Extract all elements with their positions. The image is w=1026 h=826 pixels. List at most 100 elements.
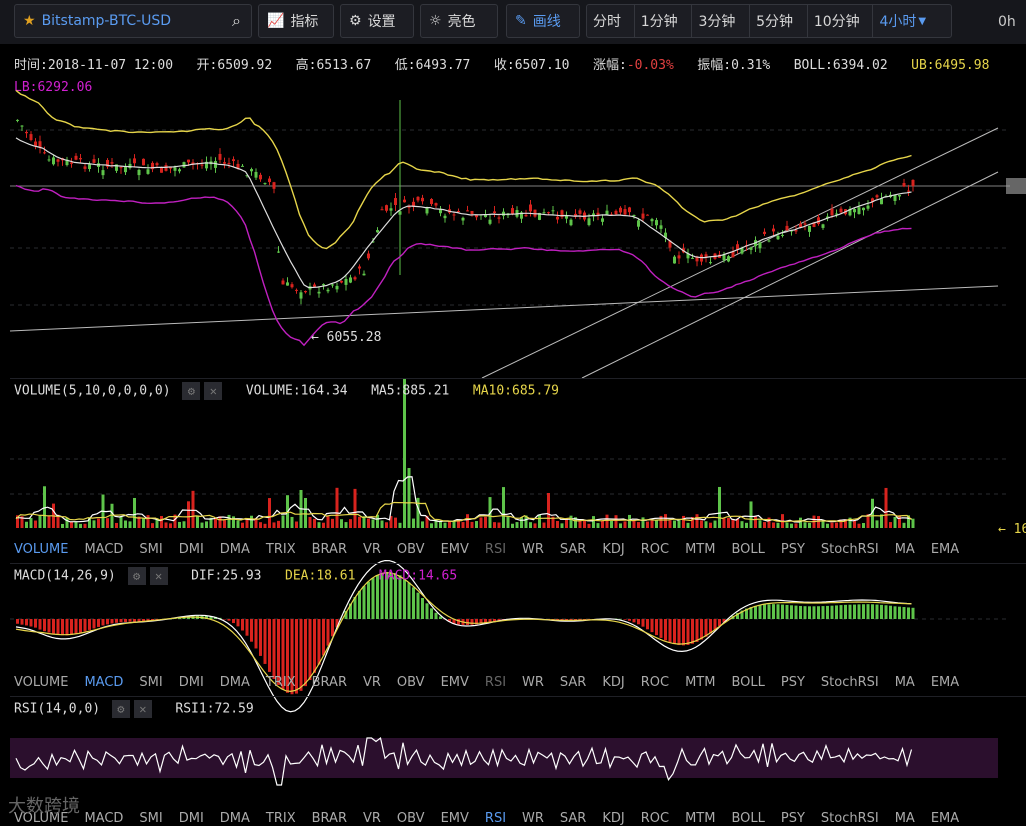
indicator-tab-psy[interactable]: PSY [781, 811, 805, 826]
macd-bar [115, 619, 118, 623]
macd-bar [128, 619, 132, 622]
candle-body [394, 198, 397, 206]
gear-icon[interactable]: ⚙ [127, 567, 146, 585]
trend-line [9, 285, 999, 332]
indicator-tab-emv[interactable]: EMV [441, 811, 469, 826]
indicator-tab-boll[interactable]: BOLL [731, 675, 764, 690]
volume-bar [511, 523, 514, 528]
volume-bar [322, 522, 325, 528]
gear-icon[interactable]: ⚙ [182, 382, 201, 400]
gear-icon[interactable]: ⚙ [111, 700, 130, 718]
candle-body [452, 214, 456, 216]
indicator-tab-obv[interactable]: OBV [397, 811, 425, 826]
indicator-tab-ema[interactable]: EMA [931, 542, 959, 557]
indicator-tab-kdj[interactable]: KDJ [602, 542, 624, 557]
indicator-tab-wr[interactable]: WR [522, 675, 544, 690]
indicator-tab-smi[interactable]: SMI [139, 675, 162, 690]
indicator-tab-stochrsi[interactable]: StochRSI [821, 675, 879, 690]
indicator-tab-kdj[interactable]: KDJ [602, 675, 624, 690]
volume-bar [331, 518, 334, 528]
indicator-tab-sar[interactable]: SAR [560, 811, 586, 826]
volume-bar [740, 521, 744, 528]
volume-bar [637, 522, 640, 528]
indicator-tab-dmi[interactable]: DMI [179, 675, 204, 690]
indicator-tab-roc[interactable]: ROC [641, 675, 669, 690]
candle-body [178, 169, 181, 172]
macd-bar [650, 619, 654, 633]
macd-bar [412, 587, 415, 619]
indicator-tab-mtm[interactable]: MTM [685, 675, 715, 690]
indicator-tab-ma[interactable]: MA [895, 811, 915, 826]
volume-bar [704, 521, 708, 528]
indicator-tab-stochrsi[interactable]: StochRSI [821, 811, 879, 826]
macd-bar [124, 619, 127, 623]
indicator-tab-brar[interactable]: BRAR [312, 811, 347, 826]
indicator-tab-trix[interactable]: TRIX [266, 542, 296, 557]
indicator-tab-macd[interactable]: MACD [84, 542, 123, 557]
indicator-tab-macd[interactable]: MACD [84, 811, 123, 826]
indicator-tab-obv[interactable]: OBV [397, 542, 425, 557]
indicator-tab-ema[interactable]: EMA [931, 811, 959, 826]
indicator-tab-psy[interactable]: PSY [781, 675, 805, 690]
macd-dea-line [15, 572, 912, 693]
indicator-tab-sar[interactable]: SAR [560, 675, 586, 690]
volume-bar [65, 517, 69, 528]
indicator-tab-vr[interactable]: VR [363, 675, 381, 690]
indicator-tab-boll[interactable]: BOLL [731, 811, 764, 826]
indicator-tab-roc[interactable]: ROC [641, 811, 669, 826]
candle-body [281, 280, 285, 285]
indicator-tab-mtm[interactable]: MTM [685, 542, 715, 557]
indicator-tab-rsi[interactable]: RSI [485, 542, 506, 557]
indicator-tab-wr[interactable]: WR [522, 542, 544, 557]
indicator-tab-wr[interactable]: WR [522, 811, 544, 826]
volume-bar [92, 520, 96, 528]
candle-body [601, 218, 604, 222]
indicator-tab-roc[interactable]: ROC [641, 542, 669, 557]
indicator-tab-kdj[interactable]: KDJ [602, 811, 624, 826]
indicator-tab-dma[interactable]: DMA [220, 811, 250, 826]
indicator-tab-dmi[interactable]: DMI [179, 811, 204, 826]
indicator-tab-obv[interactable]: OBV [397, 675, 425, 690]
volume-bar [79, 523, 82, 528]
volume-bar [794, 523, 798, 528]
indicator-tab-rsi[interactable]: RSI [485, 675, 506, 690]
indicator-tab-sar[interactable]: SAR [560, 542, 586, 557]
candle-body [875, 195, 879, 198]
close-icon[interactable]: ✕ [149, 567, 168, 585]
macd-bar [250, 619, 253, 642]
macd-bar [628, 619, 631, 621]
indicator-tab-boll[interactable]: BOLL [731, 542, 764, 557]
volume-bar [664, 514, 667, 528]
indicator-tab-macd[interactable]: MACD [84, 675, 123, 690]
indicator-tab-dmi[interactable]: DMI [179, 542, 204, 557]
indicator-tab-dma[interactable]: DMA [220, 542, 250, 557]
indicator-tab-ma[interactable]: MA [895, 542, 915, 557]
close-icon[interactable]: ✕ [133, 700, 152, 718]
indicator-tab-stochrsi[interactable]: StochRSI [821, 542, 879, 557]
indicator-tab-volume[interactable]: VOLUME [14, 675, 68, 690]
indicator-tab-trix[interactable]: TRIX [266, 675, 296, 690]
indicator-tab-ema[interactable]: EMA [931, 675, 959, 690]
indicator-tab-vr[interactable]: VR [363, 811, 381, 826]
indicator-tab-brar[interactable]: BRAR [312, 542, 347, 557]
indicator-tab-dma[interactable]: DMA [220, 675, 250, 690]
close-icon[interactable]: ✕ [204, 382, 223, 400]
candle-body [52, 157, 55, 165]
indicator-tab-trix[interactable]: TRIX [266, 811, 296, 826]
indicator-tabs-rsi: VOLUME MACD SMI DMI DMA TRIX BRAR VR OBV EMV RSI WR… [14, 811, 975, 826]
indicator-tab-emv[interactable]: EMV [441, 542, 469, 557]
indicator-tab-brar[interactable]: BRAR [312, 675, 347, 690]
indicator-tab-smi[interactable]: SMI [139, 811, 162, 826]
indicator-tab-vr[interactable]: VR [363, 542, 381, 557]
volume-bar [83, 523, 87, 528]
indicator-tab-psy[interactable]: PSY [781, 542, 805, 557]
indicator-tab-volume[interactable]: VOLUME [14, 542, 68, 557]
indicator-tab-mtm[interactable]: MTM [685, 811, 715, 826]
macd-bar [830, 605, 834, 619]
indicator-tab-smi[interactable]: SMI [139, 542, 162, 557]
indicator-tab-rsi[interactable]: RSI [485, 811, 506, 826]
indicator-tab-ma[interactable]: MA [895, 675, 915, 690]
indicator-tab-emv[interactable]: EMV [441, 675, 469, 690]
macd-bar [682, 619, 685, 646]
candle-body [79, 158, 82, 160]
